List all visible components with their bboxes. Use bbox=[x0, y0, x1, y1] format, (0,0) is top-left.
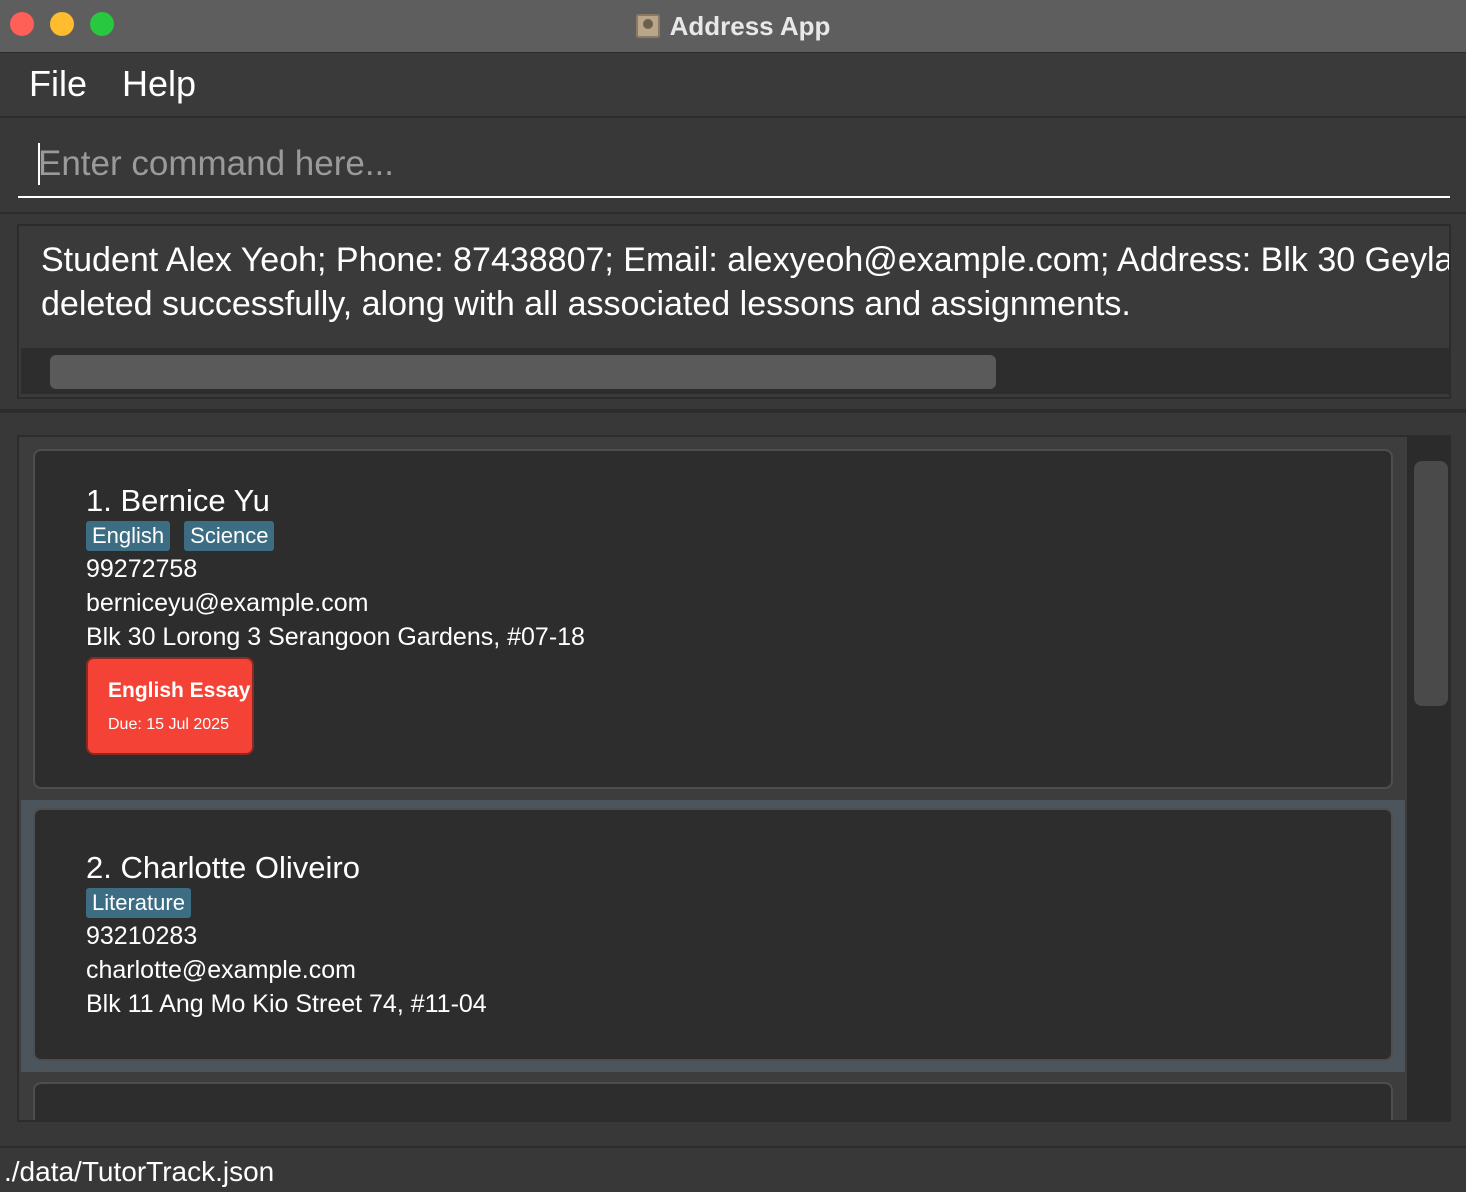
result-line-1: Student Alex Yeoh; Phone: 87438807; Emai… bbox=[41, 241, 1451, 279]
command-input[interactable] bbox=[18, 132, 1450, 198]
student-email: berniceyu@example.com bbox=[86, 589, 369, 617]
student-card[interactable] bbox=[33, 1082, 1393, 1120]
title-bar: Address App bbox=[0, 0, 1466, 53]
student-address: Blk 11 Ang Mo Kio Street 74, #11-04 bbox=[86, 990, 487, 1018]
text-cursor bbox=[38, 143, 40, 185]
list-item[interactable]: 2. Charlotte Oliveiro Literature 9321028… bbox=[21, 800, 1405, 1072]
tag: Science bbox=[184, 521, 275, 551]
list-item[interactable]: 1. Bernice Yu English Science 99272758 b… bbox=[21, 437, 1405, 800]
result-scroll-thumb[interactable] bbox=[50, 355, 996, 389]
assignment-card[interactable]: English Essay Due: 15 Jul 2025 bbox=[86, 657, 254, 755]
student-email: charlotte@example.com bbox=[86, 956, 356, 984]
student-list: 1. Bernice Yu English Science 99272758 b… bbox=[17, 435, 1451, 1122]
student-card[interactable]: 1. Bernice Yu English Science 99272758 b… bbox=[33, 449, 1393, 789]
result-line-2: deleted successfully, along with all ass… bbox=[41, 285, 1131, 323]
divider bbox=[0, 212, 1466, 214]
student-name: 1. Bernice Yu bbox=[86, 483, 270, 518]
menu-help[interactable]: Help bbox=[122, 63, 196, 105]
result-display: Student Alex Yeoh; Phone: 87438807; Emai… bbox=[17, 224, 1451, 399]
assignment-due: Due: 15 Jul 2025 bbox=[108, 716, 229, 733]
menu-file[interactable]: File bbox=[29, 63, 87, 105]
assignment-title: English Essay bbox=[108, 679, 251, 702]
tag-list: Literature bbox=[86, 888, 191, 918]
tag-list: English Science bbox=[86, 521, 275, 551]
result-message: Student Alex Yeoh; Phone: 87438807; Emai… bbox=[41, 238, 1451, 326]
address-book-icon bbox=[635, 14, 660, 38]
menu-bar: File Help bbox=[0, 53, 1466, 118]
divider bbox=[0, 409, 1466, 413]
window-title-group: Address App bbox=[0, 0, 1466, 52]
list-item[interactable] bbox=[21, 1072, 1405, 1120]
window-title: Address App bbox=[669, 10, 831, 41]
tag: English bbox=[86, 521, 171, 551]
tag: Literature bbox=[86, 888, 191, 918]
status-bar: ./data/TutorTrack.json bbox=[0, 1146, 1466, 1192]
result-horizontal-scrollbar[interactable] bbox=[21, 348, 1449, 394]
save-file-path: ./data/TutorTrack.json bbox=[4, 1156, 275, 1187]
student-card[interactable]: 2. Charlotte Oliveiro Literature 9321028… bbox=[33, 808, 1393, 1061]
list-scroll-thumb[interactable] bbox=[1414, 461, 1448, 706]
student-address: Blk 30 Lorong 3 Serangoon Gardens, #07-1… bbox=[86, 623, 585, 651]
student-phone: 99272758 bbox=[86, 555, 198, 583]
list-vertical-scrollbar[interactable] bbox=[1407, 437, 1449, 1120]
command-box bbox=[0, 118, 1466, 213]
student-phone: 93210283 bbox=[86, 922, 198, 950]
student-name: 2. Charlotte Oliveiro bbox=[86, 850, 360, 885]
